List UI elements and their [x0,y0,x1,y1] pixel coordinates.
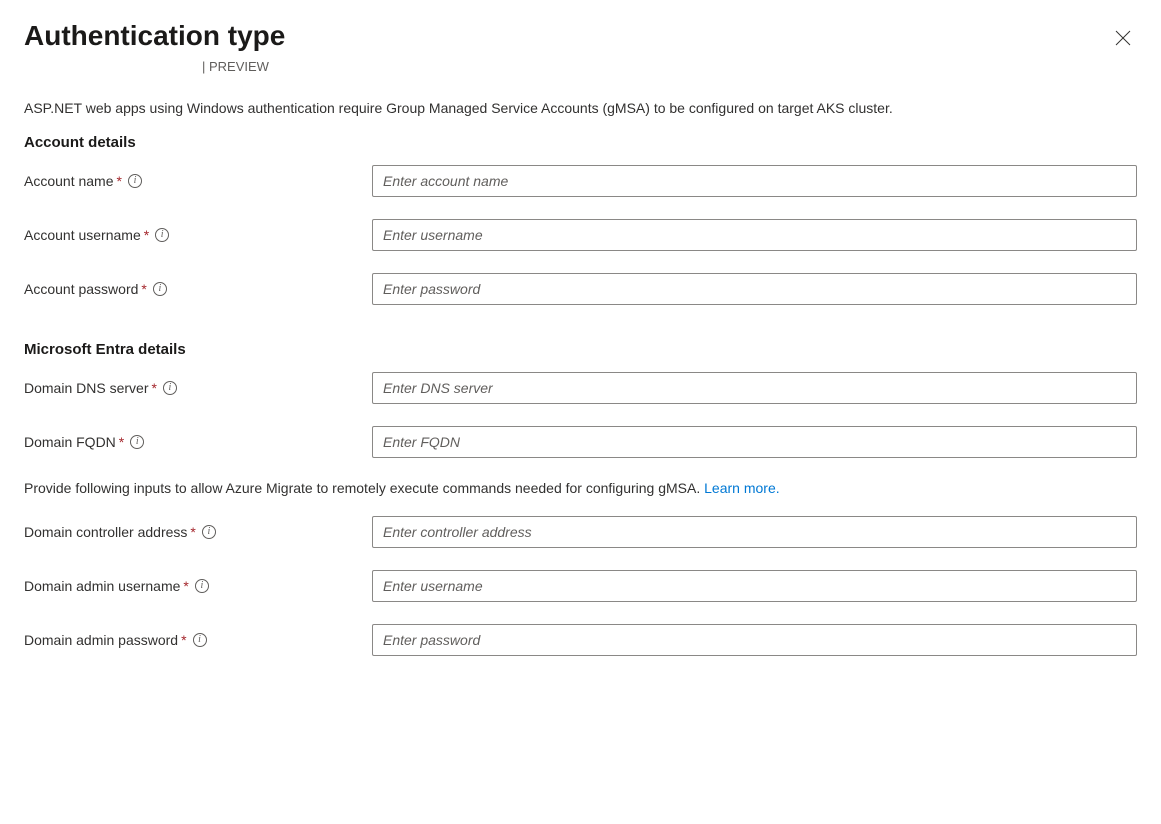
learn-more-link[interactable]: Learn more. [704,480,779,496]
account-username-label: Account username * i [24,227,372,243]
info-icon[interactable]: i [130,435,144,449]
account-username-input[interactable] [372,219,1137,251]
info-icon[interactable]: i [193,633,207,647]
close-button[interactable] [1109,24,1137,55]
account-password-label: Account password * i [24,281,372,297]
controller-address-label: Domain controller address * i [24,524,372,540]
helper-text: Provide following inputs to allow Azure … [24,480,1137,496]
admin-username-row: Domain admin username * i [24,570,1137,602]
required-indicator: * [181,632,186,648]
required-indicator: * [190,524,195,540]
dns-server-label: Domain DNS server * i [24,380,372,396]
required-indicator: * [151,380,156,396]
info-icon[interactable]: i [153,282,167,296]
admin-password-row: Domain admin password * i [24,624,1137,656]
account-name-input[interactable] [372,165,1137,197]
info-icon[interactable]: i [195,579,209,593]
required-indicator: * [117,173,122,189]
fqdn-row: Domain FQDN * i [24,426,1137,458]
account-password-row: Account password * i [24,273,1137,305]
admin-username-label: Domain admin username * i [24,578,372,594]
entra-details-heading: Microsoft Entra details [24,341,1137,358]
required-indicator: * [144,227,149,243]
admin-password-label: Domain admin password * i [24,632,372,648]
close-icon [1115,30,1131,46]
info-icon[interactable]: i [163,381,177,395]
account-name-row: Account name * i [24,165,1137,197]
dns-server-row: Domain DNS server * i [24,372,1137,404]
required-indicator: * [141,281,146,297]
admin-password-input[interactable] [372,624,1137,656]
required-indicator: * [183,578,188,594]
info-icon[interactable]: i [202,525,216,539]
fqdn-label: Domain FQDN * i [24,434,372,450]
account-name-label: Account name * i [24,173,372,189]
account-password-input[interactable] [372,273,1137,305]
dns-server-input[interactable] [372,372,1137,404]
page-title: Authentication type [24,20,285,52]
admin-username-input[interactable] [372,570,1137,602]
info-icon[interactable]: i [155,228,169,242]
fqdn-input[interactable] [372,426,1137,458]
account-username-row: Account username * i [24,219,1137,251]
account-details-heading: Account details [24,134,1137,151]
preview-badge: | PREVIEW [202,59,1137,74]
description-text: ASP.NET web apps using Windows authentic… [24,100,1137,116]
controller-address-row: Domain controller address * i [24,516,1137,548]
controller-address-input[interactable] [372,516,1137,548]
info-icon[interactable]: i [128,174,142,188]
required-indicator: * [119,434,124,450]
